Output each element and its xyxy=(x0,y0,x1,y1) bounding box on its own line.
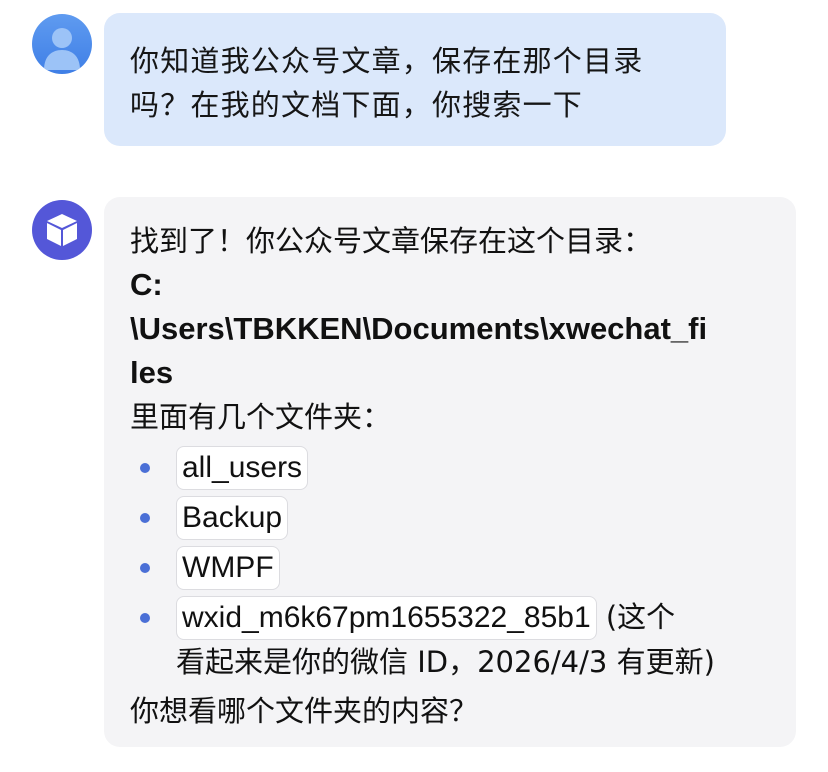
folder-list-item: Backup xyxy=(130,495,770,540)
user-message-bubble[interactable]: 你知道我公众号文章，保存在那个目录吗？在我的文档下面，你搜索一下 xyxy=(104,13,726,146)
directory-path-line-1: C: xyxy=(130,267,163,302)
folder-list-item: all_users xyxy=(130,445,770,490)
user-message-text: 你知道我公众号文章，保存在那个目录吗？在我的文档下面，你搜索一下 xyxy=(130,44,644,122)
person-icon xyxy=(44,28,80,70)
cube-icon xyxy=(47,214,77,246)
bullet-icon xyxy=(140,563,150,573)
folder-list-item: wxid_m6k67pm1655322_85b1 (这个 看起来是你的微信 ID… xyxy=(130,595,770,684)
folder-list: all_users Backup WMPF wxid_m6k67pm165532… xyxy=(130,445,770,684)
folder-name-backup[interactable]: Backup xyxy=(176,496,289,540)
assistant-message-bubble[interactable]: 找到了！你公众号文章保存在这个目录： C: \Users\TBKKEN\Docu… xyxy=(104,197,796,747)
folder-name-wxid[interactable]: wxid_m6k67pm1655322_85b1 xyxy=(176,596,597,640)
chat-thread: 你知道我公众号文章，保存在那个目录吗？在我的文档下面，你搜索一下 找到了！你公众… xyxy=(0,0,828,772)
folders-intro-text: 里面有几个文件夹： xyxy=(130,400,392,434)
folder-name-all-users[interactable]: all_users xyxy=(176,446,309,490)
directory-path-line-3: les xyxy=(130,355,174,390)
directory-path-line-2: \Users\TBKKEN\Documents\xwechat_fi xyxy=(130,311,708,346)
bullet-icon xyxy=(140,613,150,623)
folder-note-text: (这个 xyxy=(596,600,676,634)
folder-note-text-continued: 看起来是你的微信 ID，2026/4/3 有更新) xyxy=(176,645,715,679)
user-avatar[interactable] xyxy=(32,14,92,74)
bullet-icon xyxy=(140,513,150,523)
folder-list-item: WMPF xyxy=(130,545,770,590)
bullet-icon xyxy=(140,463,150,473)
assistant-intro-text: 找到了！你公众号文章保存在这个目录： xyxy=(130,224,653,258)
assistant-avatar[interactable] xyxy=(32,200,92,260)
folder-name-wmpf[interactable]: WMPF xyxy=(176,546,280,590)
assistant-question-text: 你想看哪个文件夹的内容？ xyxy=(130,694,479,728)
